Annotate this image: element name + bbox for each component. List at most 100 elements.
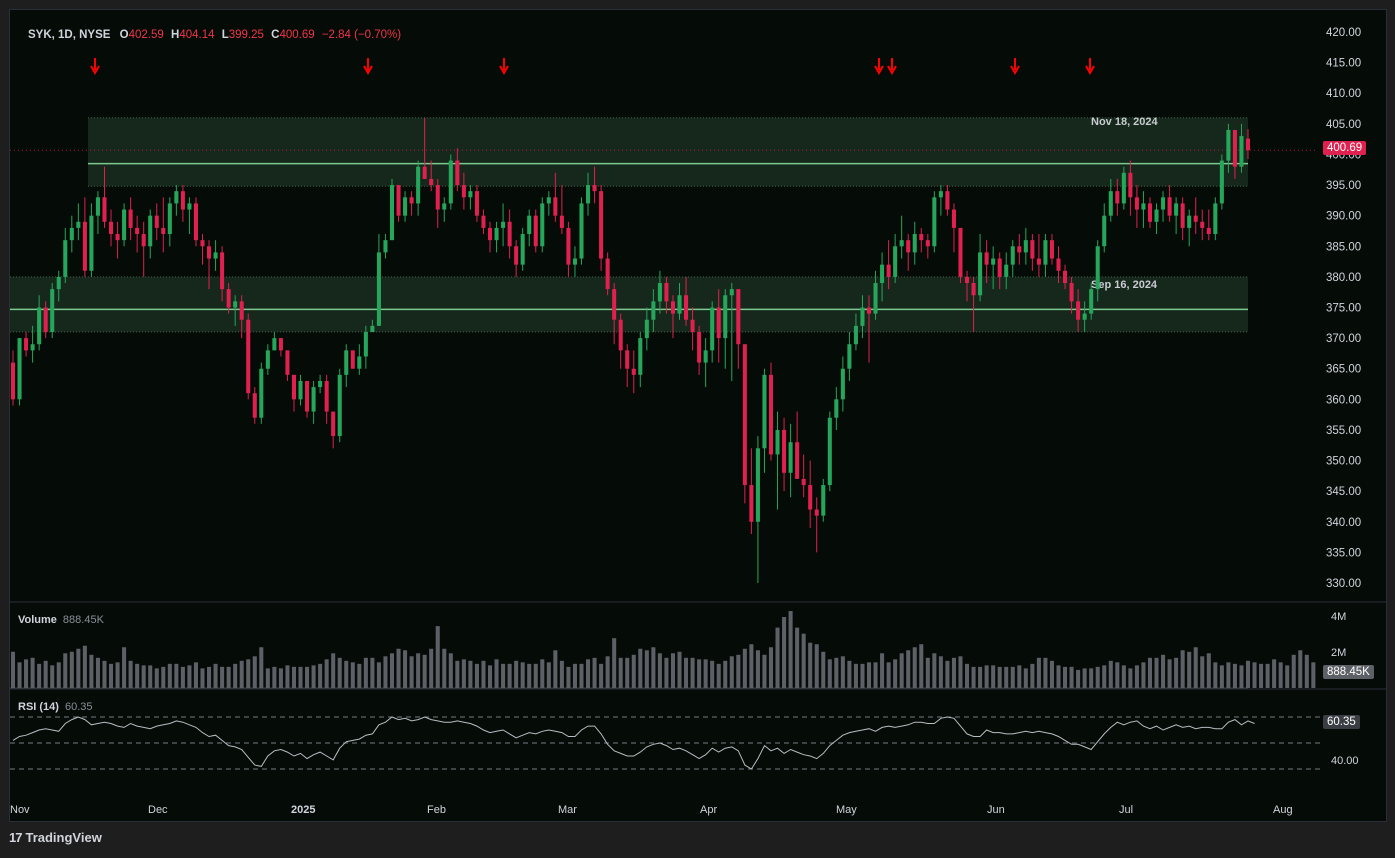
candle-body (63, 240, 68, 277)
low-value: 399.25 (228, 29, 264, 41)
candle-body (834, 399, 839, 418)
candle-body (265, 350, 270, 369)
chart-canvas[interactable]: 420.00415.00410.00405.00400.00395.00390.… (10, 10, 1386, 821)
candle-body (710, 307, 715, 351)
volume-bar (716, 663, 721, 688)
candle-body (978, 252, 983, 296)
volume-title[interactable]: Volume (18, 614, 57, 626)
volume-bar (1010, 666, 1015, 688)
volume-bar (226, 666, 231, 688)
volume-bar (566, 666, 571, 688)
volume-bar (978, 666, 983, 688)
candle-body (1089, 289, 1094, 314)
candle-body (350, 350, 355, 369)
candle-body (736, 289, 741, 345)
volume-bar (448, 653, 453, 688)
volume-bar (1265, 663, 1270, 688)
volume-bar (102, 660, 107, 688)
volume-bar (1219, 665, 1224, 688)
candle-body (305, 380, 310, 412)
volume-bar (801, 633, 806, 688)
candle-body (971, 283, 976, 296)
volume-bar (775, 627, 780, 688)
candle-body (951, 209, 956, 228)
volume-bar (1023, 668, 1028, 688)
time-tick-label: Apr (700, 804, 717, 816)
candle-body (154, 215, 159, 228)
candle-body (1226, 129, 1231, 161)
candle-body (527, 215, 532, 235)
candle-body (383, 240, 388, 253)
volume-bar (1285, 665, 1290, 688)
volume-bar (1154, 657, 1159, 688)
volume-bar (991, 665, 996, 688)
volume-bar (618, 657, 623, 688)
volume-tick-4m: 4M (1331, 611, 1347, 623)
candle-body (10, 362, 16, 400)
volume-bar (586, 659, 591, 688)
volume-bar (625, 657, 630, 688)
candle-body (795, 442, 800, 479)
candle-body (880, 264, 885, 284)
candle-body (69, 227, 74, 241)
candle-body (1187, 215, 1192, 228)
volume-bar (1147, 657, 1153, 688)
volume-bar (1304, 654, 1309, 688)
candle-body (376, 252, 381, 326)
volume-bar (43, 660, 48, 688)
candle-body (24, 338, 29, 351)
candle-body (599, 191, 604, 259)
candle-body (814, 509, 819, 516)
volume-bar (318, 663, 323, 688)
volume-bar (1206, 653, 1211, 688)
candle-body (788, 442, 793, 473)
volume-bar (553, 650, 558, 688)
open-label: O (119, 29, 129, 41)
volume-bar (749, 644, 754, 688)
volume-bar (357, 663, 362, 688)
sr-zone (10, 276, 1248, 332)
volume-bar (1095, 666, 1100, 688)
volume-bar (1076, 669, 1081, 688)
candle-body (716, 307, 721, 339)
candle-body (1213, 203, 1218, 235)
volume-bar (1239, 665, 1244, 688)
volume-bar (520, 662, 525, 688)
candle-body (344, 350, 349, 375)
candle-body (827, 417, 832, 486)
candle-body (285, 350, 290, 375)
time-tick-label: Jun (987, 804, 1005, 816)
candle-body (207, 246, 212, 259)
candle-body (1121, 172, 1126, 204)
volume-value: 888.45K (62, 614, 104, 626)
rsi-value: 60.35 (64, 701, 93, 713)
candle-body (455, 160, 460, 186)
time-tick-label: Aug (1273, 804, 1293, 816)
volume-bar (174, 663, 179, 688)
volume-bar (847, 660, 852, 688)
candle-body (17, 338, 22, 400)
symbol-label[interactable]: SYK, 1D, NYSE (28, 29, 110, 41)
candle-body (546, 197, 551, 204)
volume-bar (834, 657, 839, 688)
volume-bar (984, 665, 989, 688)
volume-bar (501, 663, 506, 688)
price-tick-label: 360.00 (1326, 394, 1361, 406)
rsi-title[interactable]: RSI (14) (18, 701, 59, 713)
volume-bar (697, 659, 702, 688)
volume-bar (945, 660, 950, 688)
volume-bar (115, 662, 120, 688)
candle-body (932, 197, 937, 247)
footer-brand: 17 TradingView (9, 830, 102, 845)
volume-bar (514, 660, 519, 688)
candle-body (958, 227, 963, 277)
volume-bar (736, 654, 741, 688)
candle-body (605, 258, 610, 290)
candle-body (1161, 197, 1166, 210)
volume-bar (135, 663, 140, 688)
candle-body (89, 215, 94, 271)
candle-body (808, 485, 813, 510)
candle-body (226, 289, 231, 308)
volume-bar (1089, 668, 1094, 688)
volume-bar (873, 662, 878, 688)
